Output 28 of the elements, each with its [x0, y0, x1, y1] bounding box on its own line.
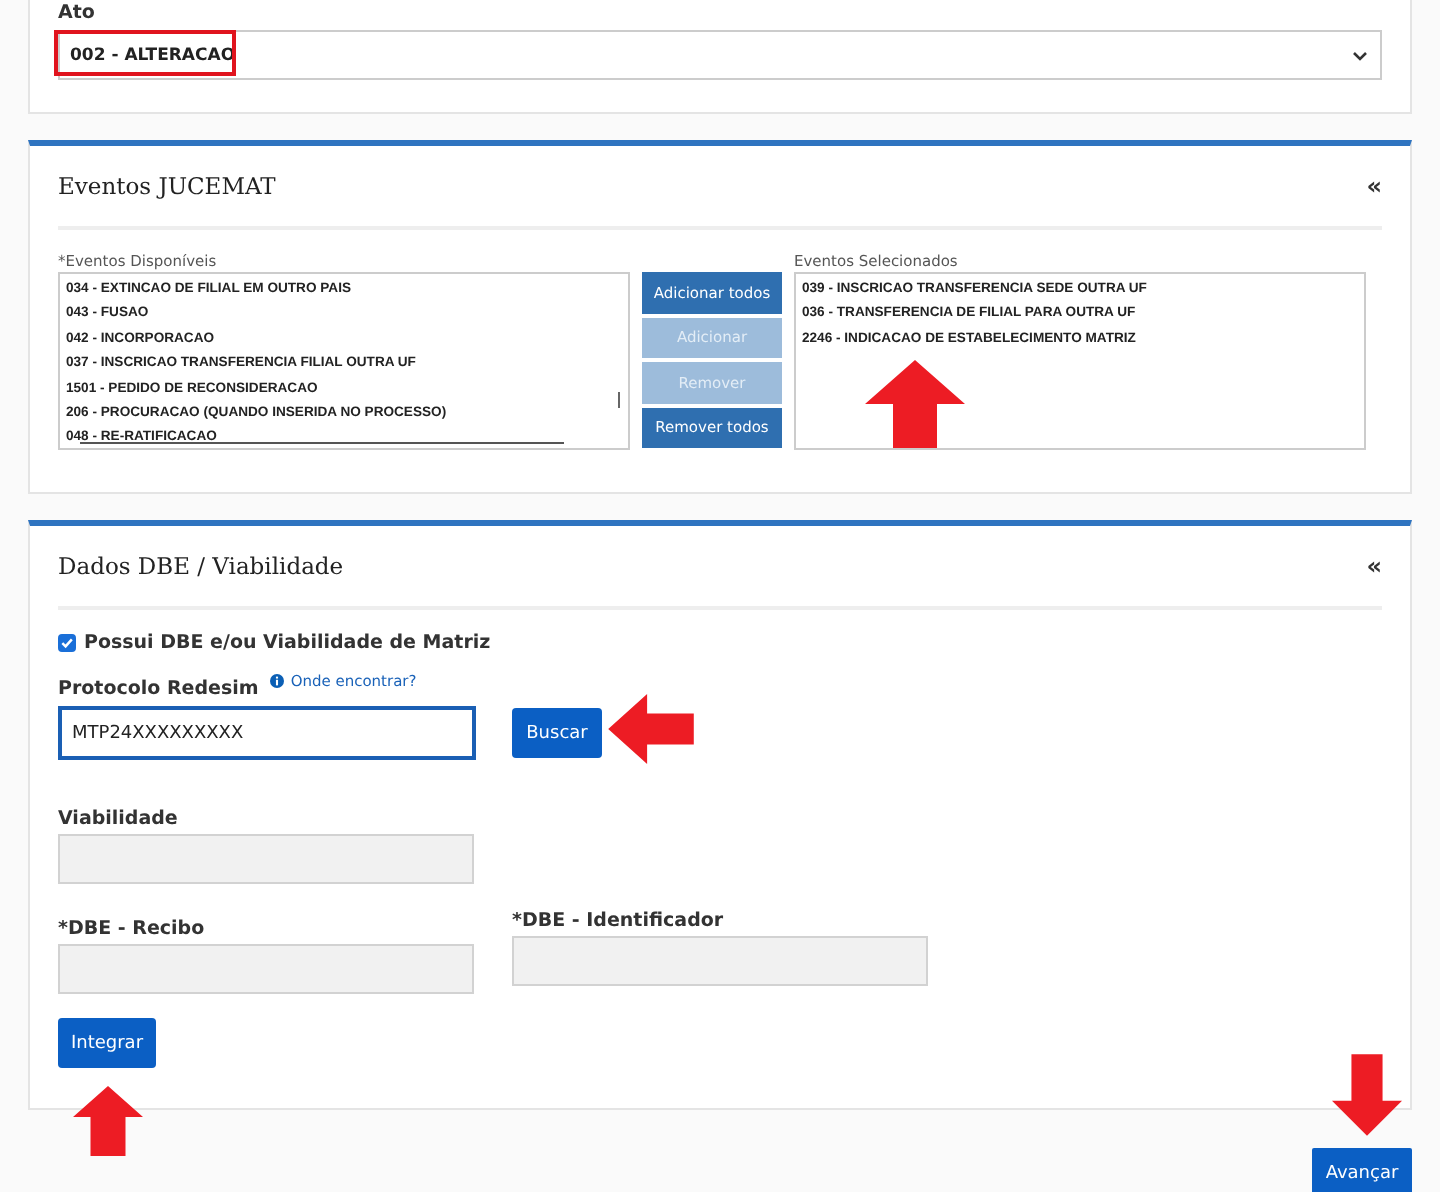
info-icon [270, 674, 285, 688]
collapse-button[interactable]: « [1366, 172, 1382, 200]
field-label: *DBE - Recibo [58, 916, 207, 942]
panel-title: Dados DBE / Viabilidade [58, 552, 344, 580]
field-label: *DBE - Identificador [512, 908, 726, 934]
checkbox-label: Possui DBE e/ou Viabilidade de Matriz [84, 630, 491, 656]
annotation-arrow [72, 1086, 144, 1156]
annotation-arrow [608, 694, 694, 764]
recibo-field[interactable] [58, 944, 474, 994]
viabilidade-field[interactable] [58, 834, 474, 884]
next-button[interactable]: Avançar [1312, 1148, 1412, 1192]
identificador-field[interactable] [512, 936, 928, 986]
available-events-list[interactable] [58, 272, 630, 450]
field-label: Protocolo Redesim [58, 676, 259, 702]
integrate-button[interactable]: Integrar [58, 1018, 156, 1068]
chevron-down-icon [1352, 49, 1368, 61]
annotation-arrow [864, 360, 966, 448]
panel-title: Eventos JUCEMAT [58, 172, 276, 200]
protocol-input[interactable]: MTP24XXXXXXXXX [58, 706, 476, 760]
annotation-arrow [1332, 1054, 1402, 1136]
collapse-button[interactable]: « [1366, 552, 1382, 580]
ato-select[interactable]: 002 - ALTERACAO [58, 30, 1382, 80]
checkbox[interactable] [58, 634, 76, 652]
field-label: Ato [58, 0, 97, 26]
scrollbar[interactable] [618, 392, 620, 408]
scrollbar[interactable] [80, 442, 564, 444]
search-button[interactable]: Buscar [512, 708, 602, 758]
field-label: Viabilidade [58, 806, 180, 832]
